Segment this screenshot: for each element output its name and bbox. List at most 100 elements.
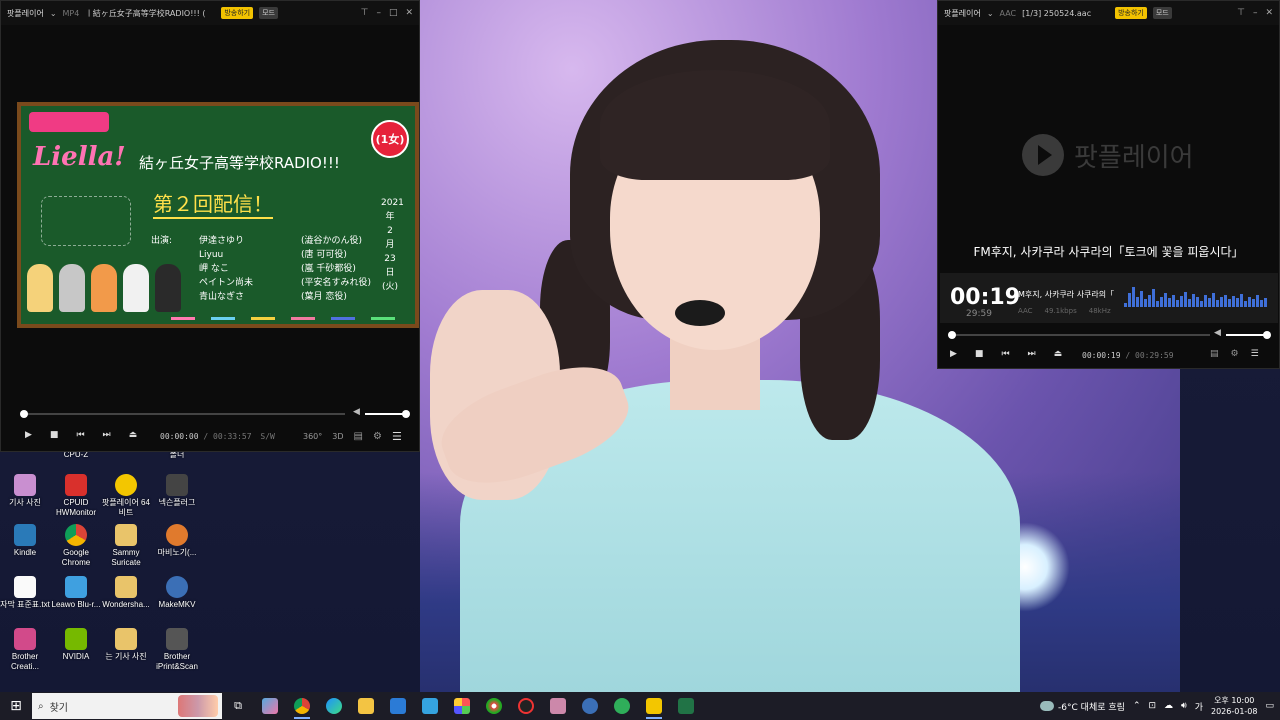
onedrive-icon[interactable]: ☁ xyxy=(1164,701,1173,711)
close-icon[interactable]: ✕ xyxy=(1265,8,1273,18)
video-player-window[interactable]: 팟플레이어 ⌄ MP4 ㅣ結ヶ丘女子高等学校RADIO!!! ( 방송하기 모드… xyxy=(0,0,420,452)
desktop-icon-article-photos-2[interactable]: 는 기사 사진 xyxy=(101,628,151,662)
notification-icon[interactable]: ▭ xyxy=(1265,701,1274,711)
spectrum-bar xyxy=(1128,293,1131,307)
network-icon[interactable]: ⊡ xyxy=(1148,701,1156,711)
settings-gear-icon[interactable]: ⚙ xyxy=(1231,349,1239,359)
nexon-icon xyxy=(166,474,188,496)
volume-knob[interactable] xyxy=(402,410,410,418)
view-360-button[interactable]: 360° xyxy=(303,432,322,441)
spectrum-bar xyxy=(1260,300,1263,307)
app-menu[interactable]: 팟플레이어 xyxy=(944,8,981,19)
pin-icon[interactable]: ⊤ xyxy=(361,8,369,18)
taskbar-app-copilot[interactable] xyxy=(254,692,286,720)
taskbar-app-excel[interactable] xyxy=(670,692,702,720)
next-icon[interactable]: ⏭ xyxy=(1028,349,1036,359)
file-title: ㅣ結ヶ丘女子高等学校RADIO!!! ( xyxy=(85,8,206,18)
mode-button[interactable]: 모드 xyxy=(259,7,278,19)
weather-widget[interactable]: -6°C 대체로 흐림 xyxy=(1040,700,1125,713)
taskbar-app-edge[interactable] xyxy=(318,692,350,720)
stop-icon[interactable]: ■ xyxy=(975,349,984,359)
maximize-icon[interactable]: □ xyxy=(389,8,398,18)
mode-button[interactable]: 모드 xyxy=(1152,7,1172,19)
play-icon[interactable]: ▶ xyxy=(950,349,957,359)
eject-icon[interactable]: ⏏ xyxy=(129,430,138,440)
taskbar-app-grid[interactable] xyxy=(542,692,574,720)
taskbar-app-media[interactable] xyxy=(478,692,510,720)
taskbar-app-chrome[interactable] xyxy=(286,692,318,720)
volume-slider[interactable] xyxy=(365,410,410,418)
play-icon[interactable]: ▶ xyxy=(25,430,32,440)
eject-icon[interactable]: ⏏ xyxy=(1054,349,1063,359)
taskbar-app-arrow[interactable] xyxy=(414,692,446,720)
desktop-icon-subtitle-txt[interactable]: 자막 표준표.txt xyxy=(0,576,50,610)
minimize-icon[interactable]: – xyxy=(1253,8,1258,18)
desktop-icon-nexon[interactable]: 넥슨플러그 xyxy=(152,474,202,508)
taskbar-search[interactable]: ⌕ 찾기 xyxy=(32,693,222,719)
audio-player-window[interactable]: 팟플레이어 ⌄ AAC [1/3] 250524.aac 방송하기 모드 ⊤ –… xyxy=(937,0,1280,369)
view-3d-button[interactable]: 3D xyxy=(332,432,343,441)
desktop-icon-brother-creative[interactable]: Brother Creati... xyxy=(0,628,50,672)
windows-start-icon[interactable]: ⊞ xyxy=(0,692,32,720)
pin-icon[interactable]: ⊤ xyxy=(1237,8,1245,18)
taskbar-app-disc[interactable] xyxy=(510,692,542,720)
ime-indicator[interactable]: 가 xyxy=(1195,700,1203,713)
chevron-down-icon[interactable]: ⌄ xyxy=(50,9,57,18)
task-view-icon[interactable]: ⧉ xyxy=(222,692,254,720)
desktop-icon-potplayer[interactable]: 팟플레이어 64 비트 xyxy=(101,474,151,518)
seek-bar[interactable] xyxy=(20,410,345,418)
desktop-icon-hwmonitor[interactable]: CPUID HWMonitor xyxy=(51,474,101,518)
playlist-icon[interactable]: ▤ xyxy=(354,431,363,442)
video-frame[interactable]: Liella! 結ヶ丘女子高等学校RADIO!!! (1女) 第２回配信！ 20… xyxy=(17,102,419,328)
chevron-up-icon[interactable]: ⌃ xyxy=(1133,701,1141,711)
playlist-icon[interactable]: ▤ xyxy=(1210,349,1219,359)
video-player-titlebar[interactable]: 팟플레이어 ⌄ MP4 ㅣ結ヶ丘女子高等学校RADIO!!! ( 방송하기 모드… xyxy=(1,1,419,25)
taskbar-app-makemkv[interactable] xyxy=(574,692,606,720)
audio-player-titlebar[interactable]: 팟플레이어 ⌄ AAC [1/3] 250524.aac 방송하기 모드 ⊤ –… xyxy=(938,1,1279,25)
next-icon[interactable]: ⏭ xyxy=(103,430,111,440)
chevron-down-icon[interactable]: ⌄ xyxy=(987,9,994,18)
live-broadcast-button[interactable]: 방송하기 xyxy=(1115,7,1147,19)
app-menu[interactable]: 팟플레이어 xyxy=(7,8,44,19)
volume-slider[interactable] xyxy=(1226,331,1271,339)
spectrum-bar xyxy=(1164,293,1167,307)
desktop-icon-nvidia[interactable]: NVIDIA xyxy=(51,628,101,662)
spectrum-bar xyxy=(1160,297,1163,307)
taskbar-app-potplayer[interactable] xyxy=(638,692,670,720)
clock[interactable]: 오후 10:00 2026-01-08 xyxy=(1211,695,1258,717)
desktop-icon-iprint-scan[interactable]: Brother iPrint&Scan xyxy=(152,628,202,672)
minimize-icon[interactable]: – xyxy=(376,8,381,18)
seek-bar[interactable] xyxy=(947,331,1210,339)
volume-icon[interactable]: ◀ xyxy=(353,407,360,417)
time-display: 00:00:00 / 00:33:57 S/W xyxy=(160,432,275,441)
character-illustrations xyxy=(27,264,181,312)
desktop-icon-chrome[interactable]: Google Chrome xyxy=(51,524,101,568)
speaker-icon[interactable]: 🔊︎ xyxy=(1181,701,1187,711)
desktop-icon-sammy[interactable]: Sammy Suricate xyxy=(101,524,151,568)
previous-icon[interactable]: ⏮ xyxy=(1001,349,1009,359)
stop-icon[interactable]: ■ xyxy=(50,430,59,440)
seek-knob[interactable] xyxy=(947,331,956,339)
close-icon[interactable]: ✕ xyxy=(405,8,413,18)
seek-knob[interactable] xyxy=(20,410,28,418)
desktop-icon-leawo[interactable]: Leawo Blu-r... xyxy=(51,576,101,610)
menu-icon[interactable]: ☰ xyxy=(1251,349,1259,359)
desktop-icon-kindle[interactable]: Kindle xyxy=(0,524,50,558)
volume-icon[interactable]: ◀ xyxy=(1214,328,1221,338)
desktop-icon-makemkv[interactable]: MakeMKV xyxy=(152,576,202,610)
live-broadcast-button[interactable]: 방송하기 xyxy=(221,7,254,19)
playback-controls: ▶ ■ ⏮ ⏭ ⏏ xyxy=(25,430,137,440)
taskbar-app-explorer[interactable] xyxy=(350,692,382,720)
desktop-icon-article-photos[interactable]: 기사 사진 xyxy=(0,474,50,508)
taskbar-app-tiles[interactable] xyxy=(446,692,478,720)
taskbar-app-green[interactable] xyxy=(606,692,638,720)
radio-title: 結ヶ丘女子高等学校RADIO!!! xyxy=(139,154,340,172)
settings-gear-icon[interactable]: ⚙ xyxy=(373,431,382,442)
menu-icon[interactable]: ☰ xyxy=(392,430,402,443)
desktop-icon-wondershare[interactable]: Wondersha... xyxy=(101,576,151,610)
spectrum-bar xyxy=(1140,291,1143,307)
taskbar-app-store[interactable] xyxy=(382,692,414,720)
desktop-icon-mabinogi[interactable]: 마비노기(... xyxy=(152,524,202,558)
volume-knob[interactable] xyxy=(1263,331,1271,339)
previous-icon[interactable]: ⏮ xyxy=(76,430,84,440)
